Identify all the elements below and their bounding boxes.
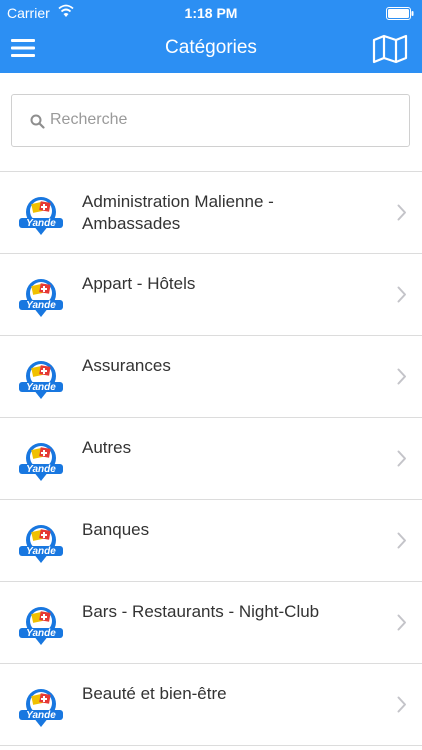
search-input[interactable] bbox=[50, 107, 400, 133]
category-row[interactable]: Yande Bars - Restaurants - Night-Club bbox=[0, 582, 422, 664]
category-row[interactable]: Yande Appart - Hôtels bbox=[0, 254, 422, 336]
category-label: Banques bbox=[82, 520, 150, 539]
svg-text:Yande: Yande bbox=[26, 382, 56, 393]
category-row[interactable]: Yande Assurances bbox=[0, 336, 422, 418]
status-bar: Carrier 1:18 PM bbox=[0, 0, 422, 26]
yande-logo-icon: Yande bbox=[18, 683, 64, 729]
category-label: Bars - Restaurants - Night-Club bbox=[82, 602, 320, 621]
svg-text:Yande: Yande bbox=[26, 300, 56, 311]
svg-text:Yande: Yande bbox=[26, 710, 56, 721]
category-label: Autres bbox=[82, 438, 132, 457]
category-label: Appart - Hôtels bbox=[82, 274, 196, 293]
yande-logo-icon: Yande bbox=[18, 355, 64, 401]
search-section bbox=[0, 73, 422, 171]
category-row[interactable]: Yande Banques bbox=[0, 500, 422, 582]
battery-icon bbox=[386, 7, 414, 23]
category-label: Assurances bbox=[82, 356, 171, 375]
chevron-right-icon bbox=[397, 368, 407, 390]
search-box[interactable] bbox=[11, 94, 410, 147]
category-label: Administration Malienne - Ambassades bbox=[82, 192, 274, 233]
category-row[interactable]: Yande Autres bbox=[0, 418, 422, 500]
svg-text:Yande: Yande bbox=[26, 628, 56, 639]
chevron-right-icon bbox=[397, 450, 407, 472]
category-list: Yande Administration Malienne - Ambassade… bbox=[0, 171, 422, 746]
category-row[interactable]: Yande Beauté et bien-être bbox=[0, 664, 422, 746]
navigation-bar: Catégories bbox=[0, 26, 422, 73]
map-icon bbox=[372, 34, 408, 64]
chevron-right-icon bbox=[397, 286, 407, 308]
chevron-right-icon bbox=[397, 614, 407, 636]
status-time: 1:18 PM bbox=[184, 5, 238, 21]
svg-text:Yande: Yande bbox=[26, 546, 56, 557]
page-title: Catégories bbox=[165, 37, 257, 58]
map-button[interactable] bbox=[372, 34, 408, 64]
chevron-right-icon bbox=[397, 204, 407, 226]
yande-logo-icon: Yande bbox=[18, 437, 64, 483]
category-label: Beauté et bien-être bbox=[82, 684, 227, 703]
yande-logo-icon: Yande bbox=[18, 191, 64, 237]
category-row[interactable]: Yande Administration Malienne - Ambassade… bbox=[0, 172, 422, 254]
svg-text:Yande: Yande bbox=[26, 464, 56, 475]
yande-logo-icon: Yande bbox=[18, 601, 64, 647]
svg-text:Yande: Yande bbox=[26, 218, 56, 229]
search-icon bbox=[30, 114, 45, 134]
yande-logo-icon: Yande bbox=[18, 519, 64, 565]
yande-logo-icon: Yande bbox=[18, 273, 64, 319]
chevron-right-icon bbox=[397, 532, 407, 554]
chevron-right-icon bbox=[397, 696, 407, 718]
